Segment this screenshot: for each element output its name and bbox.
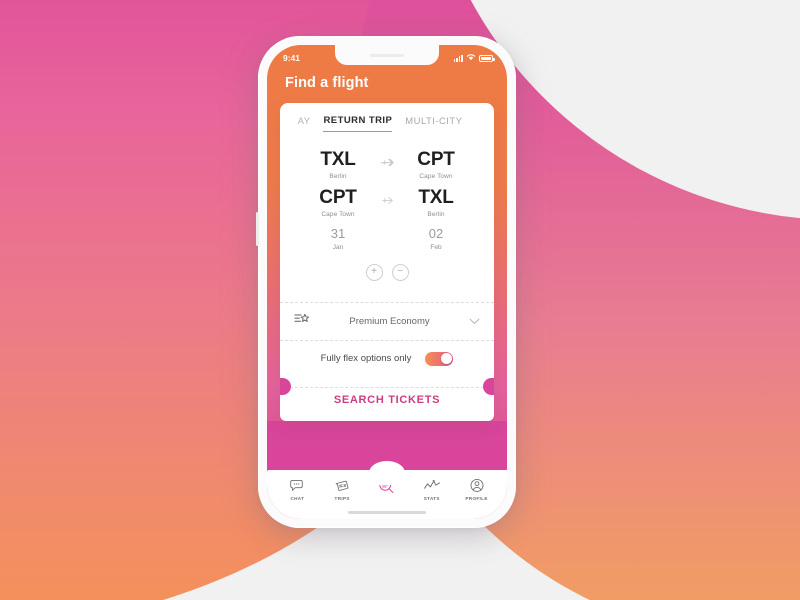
flex-option-row: Fully flex options only [280, 341, 494, 378]
status-bar-icons [453, 53, 495, 63]
status-bar-time: 9:41 [283, 53, 301, 63]
trip-type-tabs: AY RETURN TRIP MULTI-CITY [280, 103, 494, 132]
status-bar: 9:41 [267, 45, 507, 69]
airport-city: Berlin [427, 210, 445, 218]
tab-return-trip[interactable]: RETURN TRIP [323, 115, 393, 132]
route-section: TXL Berlin CPT Cape Town CPT Cape Town T… [280, 132, 494, 302]
cabin-class-selector[interactable]: Premium Economy [280, 303, 494, 340]
tab-one-way[interactable]: AY [298, 116, 311, 132]
airport-code: TXL [320, 149, 356, 170]
battery-icon [479, 54, 495, 62]
chat-bubbles-icon [277, 477, 317, 494]
flex-option-toggle[interactable] [425, 351, 454, 366]
nav-center-bump [369, 461, 405, 485]
plane-icon [374, 188, 400, 207]
outbound-destination[interactable]: CPT Cape Town [400, 150, 472, 180]
chevron-down-icon [469, 312, 480, 330]
airport-code: TXL [418, 186, 454, 208]
airport-code: CPT [417, 149, 455, 170]
airport-code: CPT [319, 186, 357, 208]
nav-item-trips[interactable]: TRIPS [322, 477, 362, 501]
date-month: Feb [430, 243, 442, 251]
dates-row: 31 Jan 02 Feb [280, 226, 494, 251]
tab-multi-city[interactable]: MULTI-CITY [405, 116, 462, 132]
line-chart-icon [412, 477, 452, 494]
list-star-icon [294, 312, 310, 331]
nav-label: TRIPS [334, 496, 350, 501]
nav-label: STATS [423, 496, 440, 501]
return-date[interactable]: 02 Feb [400, 226, 472, 251]
cabin-class-value: Premium Economy [349, 315, 430, 327]
bottom-navigation: CHAT TRIPS STATS PROFILE [267, 461, 507, 505]
page-title: Find a flight [285, 75, 369, 91]
date-day: 02 [428, 225, 444, 241]
plane-icon [374, 150, 400, 169]
flex-option-label: Fully flex options only [320, 353, 412, 365]
home-indicator-area [267, 505, 507, 519]
home-indicator[interactable] [348, 510, 426, 514]
airport-city: Cape Town [321, 210, 355, 218]
search-section: SEARCH TICKETS [280, 377, 494, 421]
nav-item-chat[interactable]: CHAT [277, 477, 317, 501]
wifi-icon [466, 53, 476, 63]
search-card-wrapper: AY RETURN TRIP MULTI-CITY TXL Berlin CPT… [267, 103, 507, 421]
return-origin[interactable]: CPT Cape Town [302, 186, 374, 218]
nav-label: PROFILE [465, 496, 488, 501]
tickets-icon [322, 477, 362, 494]
phone-screen: 9:41 Find a flight AY RETURN TRIP MULTI-… [267, 45, 507, 519]
date-month: Jan [332, 243, 344, 251]
return-destination[interactable]: TXL Berlin [400, 186, 472, 218]
search-tickets-button[interactable]: SEARCH TICKETS [280, 388, 494, 410]
outbound-origin[interactable]: TXL Berlin [302, 150, 374, 180]
date-day: 31 [330, 225, 346, 241]
nav-label: CHAT [290, 496, 305, 501]
airport-city: Cape Town [419, 172, 453, 180]
remove-segment-button[interactable]: − [391, 263, 409, 281]
canvas: 9:41 Find a flight AY RETURN TRIP MULTI-… [0, 0, 800, 600]
route-row-return: CPT Cape Town TXL Berlin [280, 186, 494, 218]
dates-spacer [374, 226, 400, 251]
phone-side-button [256, 212, 259, 246]
nav-item-stats[interactable]: STATS [412, 477, 452, 501]
phone-mockup: 9:41 Find a flight AY RETURN TRIP MULTI-… [256, 36, 516, 528]
airport-city: Berlin [329, 172, 347, 180]
signal-bars-icon [453, 54, 463, 62]
segment-stepper: + − [280, 251, 494, 296]
nav-item-profile[interactable]: PROFILE [457, 477, 497, 501]
add-segment-button[interactable]: + [365, 263, 383, 281]
user-circle-icon [457, 477, 497, 494]
flight-search-card: AY RETURN TRIP MULTI-CITY TXL Berlin CPT… [280, 103, 494, 421]
ticket-notch-right [483, 377, 494, 395]
departure-date[interactable]: 31 Jan [302, 226, 374, 251]
route-row-outbound: TXL Berlin CPT Cape Town [280, 150, 494, 180]
